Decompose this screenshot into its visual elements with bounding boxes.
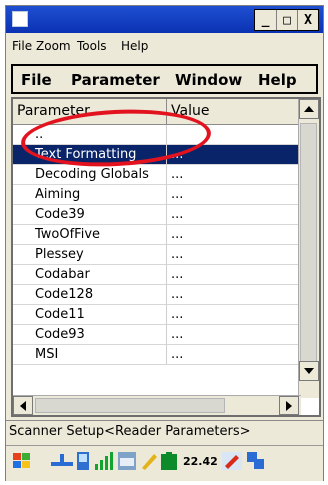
arrow-left-icon xyxy=(20,400,26,411)
device-icon[interactable] xyxy=(77,452,89,474)
title-bar: _ □ X xyxy=(6,6,323,33)
row-value: ... xyxy=(167,265,299,285)
start-flag-icon[interactable] xyxy=(12,452,32,474)
tools-icon[interactable] xyxy=(222,452,242,474)
table-row[interactable]: Code128 ... xyxy=(13,285,299,305)
table-row[interactable]: Decoding Globals ... xyxy=(13,165,299,185)
minimize-button[interactable]: _ xyxy=(255,10,276,30)
horizontal-scrollbar[interactable] xyxy=(13,395,301,415)
row-value: ... xyxy=(167,225,299,245)
scroll-right-button[interactable] xyxy=(279,396,299,415)
hscroll-thumb[interactable] xyxy=(35,398,225,413)
menu-tools[interactable]: Tools xyxy=(77,39,107,53)
menu2-file[interactable]: File xyxy=(21,71,52,89)
row-value: ... xyxy=(167,285,299,305)
scroll-left-button[interactable] xyxy=(13,396,33,415)
table-row[interactable]: Code11 ... xyxy=(13,305,299,325)
row-value: ... xyxy=(167,345,299,365)
menu2-window[interactable]: Window xyxy=(175,71,242,89)
window-controls: _ □ X xyxy=(254,9,319,31)
row-name: TwoOfFive xyxy=(13,225,167,245)
close-button[interactable]: X xyxy=(297,10,318,30)
row-value: ... xyxy=(167,305,299,325)
row-value: ... xyxy=(167,185,299,205)
row-name: Code39 xyxy=(13,205,167,225)
status-bar: Scanner Setup<Reader Parameters> xyxy=(6,420,323,442)
arrow-up-icon xyxy=(304,106,314,112)
row-name: Code11 xyxy=(13,305,167,325)
arrow-down-icon xyxy=(304,368,314,374)
menu-bar-main: File Parameter Window Help xyxy=(11,64,318,94)
taskbar: 22.42 xyxy=(6,445,323,481)
row-name: MSI xyxy=(13,345,167,365)
battery-icon[interactable] xyxy=(161,452,177,474)
windows-icon[interactable] xyxy=(247,452,265,474)
table-row[interactable]: TwoOfFive ... xyxy=(13,225,299,245)
row-value: ... xyxy=(167,325,299,345)
scroll-thumb[interactable] xyxy=(300,123,317,363)
table-row[interactable]: Code39 ... xyxy=(13,205,299,225)
row-name: Decoding Globals xyxy=(13,165,167,185)
arrow-right-icon xyxy=(286,400,292,411)
row-name: Code128 xyxy=(13,285,167,305)
table-row[interactable]: Plessey ... xyxy=(13,245,299,265)
table-row[interactable]: Codabar ... xyxy=(13,265,299,285)
row-value: ... xyxy=(167,205,299,225)
row-name: Codabar xyxy=(13,265,167,285)
app-icon xyxy=(12,11,28,27)
row-value: ... xyxy=(167,165,299,185)
menu2-parameter[interactable]: Parameter xyxy=(71,71,160,89)
menu2-help[interactable]: Help xyxy=(258,71,297,89)
network-icon[interactable] xyxy=(51,454,73,472)
menu-zoom[interactable]: Zoom xyxy=(36,39,71,53)
clock[interactable]: 22.42 xyxy=(183,455,218,468)
table-row[interactable]: Aiming ... xyxy=(13,185,299,205)
signal-icon[interactable] xyxy=(95,452,113,474)
menu-bar-top: File Zoom Tools Help xyxy=(6,35,323,59)
maximize-button[interactable]: □ xyxy=(276,10,297,30)
app-window: _ □ X File Zoom Tools Help File Paramete… xyxy=(5,5,324,481)
row-name: Code93 xyxy=(13,325,167,345)
table-row[interactable]: Code93 ... xyxy=(13,325,299,345)
vertical-scrollbar[interactable] xyxy=(298,99,319,398)
pen-icon[interactable] xyxy=(140,452,158,474)
menu-file[interactable]: File xyxy=(12,39,32,53)
scroll-up-button[interactable] xyxy=(299,99,319,119)
row-name: Aiming xyxy=(13,185,167,205)
table-row[interactable]: MSI ... xyxy=(13,345,299,365)
row-name: Plessey xyxy=(13,245,167,265)
keyboard-icon[interactable] xyxy=(118,452,136,474)
menu-help[interactable]: Help xyxy=(121,39,148,53)
row-value: ... xyxy=(167,245,299,265)
scroll-down-button[interactable] xyxy=(299,361,319,381)
